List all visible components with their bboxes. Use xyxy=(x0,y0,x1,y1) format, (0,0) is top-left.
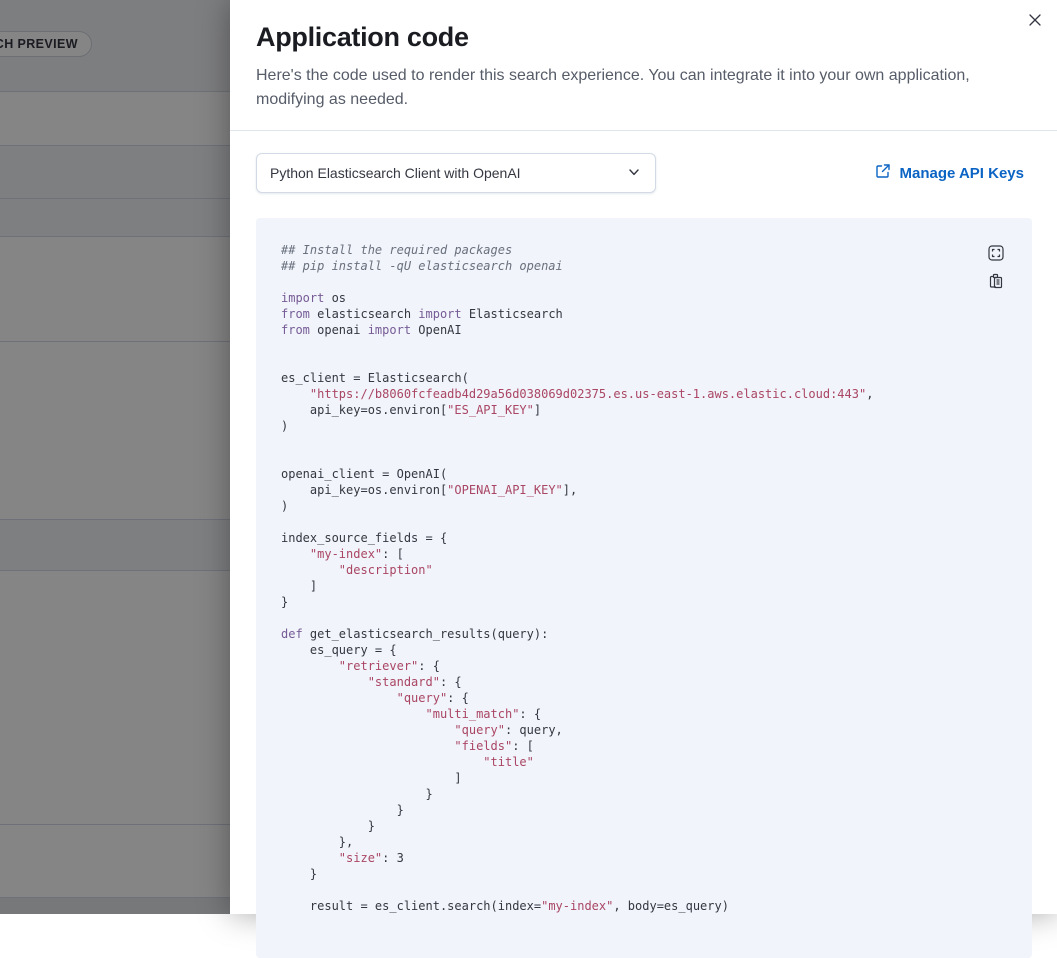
language-select[interactable]: Python Elasticsearch Client with OpenAI xyxy=(256,153,656,193)
modal-title: Application code xyxy=(256,22,997,53)
manage-api-keys-label: Manage API Keys xyxy=(900,165,1025,182)
fullscreen-icon xyxy=(988,245,1004,261)
chevron-down-icon xyxy=(627,165,641,182)
code-content: ## Install the required packages## pip i… xyxy=(281,242,1007,914)
modal-header: Application code Here's the code used to… xyxy=(230,0,1057,131)
code-panel-actions xyxy=(988,245,1004,289)
close-button[interactable] xyxy=(1023,9,1047,33)
close-icon xyxy=(1029,14,1041,29)
external-link-icon xyxy=(875,163,891,183)
application-code-modal: Application code Here's the code used to… xyxy=(230,0,1057,914)
copy-icon xyxy=(988,273,1004,289)
code-panel: ## Install the required packages## pip i… xyxy=(256,218,1032,958)
modal-subtitle: Here's the code used to render this sear… xyxy=(256,64,997,112)
manage-api-keys-link[interactable]: Manage API Keys xyxy=(875,163,1025,183)
modal-body: Python Elasticsearch Client with OpenAI … xyxy=(230,131,1057,958)
fullscreen-code-button[interactable] xyxy=(988,245,1004,261)
controls-row: Python Elasticsearch Client with OpenAI … xyxy=(256,153,1032,193)
language-select-value: Python Elasticsearch Client with OpenAI xyxy=(270,165,521,181)
copy-code-button[interactable] xyxy=(988,273,1004,289)
